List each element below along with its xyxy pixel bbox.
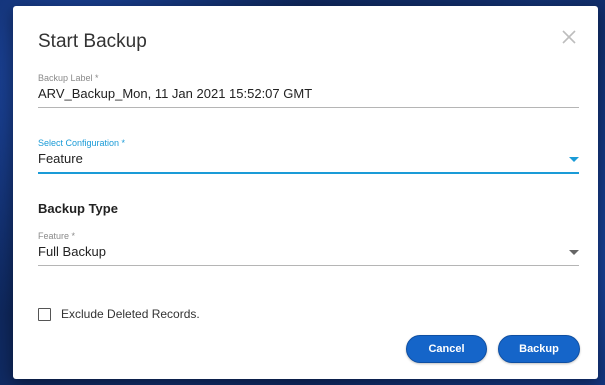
backup-label-input[interactable]: ARV_Backup_Mon, 11 Jan 2021 15:52:07 GMT bbox=[38, 84, 579, 108]
backup-button[interactable]: Backup bbox=[498, 335, 580, 363]
close-icon bbox=[562, 30, 576, 44]
close-button[interactable] bbox=[558, 26, 580, 48]
cancel-button[interactable]: Cancel bbox=[406, 335, 487, 363]
exclude-deleted-checkbox[interactable] bbox=[38, 307, 51, 321]
feature-field: Feature * Full Backup bbox=[38, 230, 579, 266]
backup-label-label: Backup Label * bbox=[38, 73, 99, 83]
caret-down-icon bbox=[569, 157, 579, 162]
backup-type-heading: Backup Type bbox=[38, 201, 118, 216]
start-backup-dialog: Start Backup Backup Label * ARV_Backup_M… bbox=[13, 6, 598, 379]
exclude-deleted-label: Exclude Deleted Records. bbox=[61, 307, 200, 321]
configuration-label: Select Configuration * bbox=[38, 138, 126, 148]
configuration-select[interactable]: Feature bbox=[38, 149, 579, 174]
backup-label-field: Backup Label * ARV_Backup_Mon, 11 Jan 20… bbox=[38, 72, 579, 108]
configuration-selected-value: Feature bbox=[38, 151, 83, 166]
dialog-title: Start Backup bbox=[38, 31, 147, 52]
exclude-deleted-row[interactable]: Exclude Deleted Records. bbox=[38, 306, 200, 322]
configuration-field: Select Configuration * Feature bbox=[38, 137, 579, 174]
feature-select[interactable]: Full Backup bbox=[38, 242, 579, 266]
feature-label: Feature * bbox=[38, 231, 76, 241]
caret-down-icon bbox=[569, 250, 579, 255]
feature-selected-value: Full Backup bbox=[38, 244, 106, 259]
